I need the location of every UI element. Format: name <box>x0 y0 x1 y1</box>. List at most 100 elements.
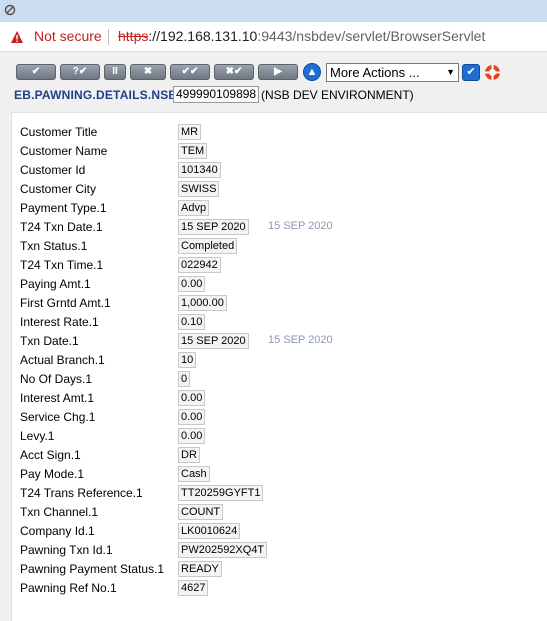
field-label: Pawning Ref No.1 <box>20 581 117 595</box>
field-label: T24 Txn Time.1 <box>20 258 104 272</box>
field-row: T24 Txn Time.1 022942 <box>12 256 547 275</box>
record-panel: Customer Title MR Customer Name TEM Customer… <box>11 112 547 621</box>
field-value: 0.10 <box>178 314 206 330</box>
field-value: Completed <box>178 238 238 254</box>
field-value: TT20259GYFT1 <box>178 485 264 501</box>
field-value: SWISS <box>178 181 220 197</box>
field-value: TEM <box>178 143 208 159</box>
field-value: 0.00 <box>178 428 206 444</box>
field-row: T24 Txn Date.1 15 SEP 2020 15 SEP 2020 <box>12 218 547 237</box>
field-value: 022942 <box>178 257 221 273</box>
field-row: Customer Name TEM <box>12 142 547 161</box>
field-row: Pay Mode.1 Cash <box>12 465 547 484</box>
field-row: Customer Title MR <box>12 123 547 142</box>
field-label: Interest Rate.1 <box>20 315 99 329</box>
field-value: DR <box>178 447 200 463</box>
field-label: Actual Branch.1 <box>20 353 105 367</box>
authorise-button[interactable]: ✔✔ <box>170 64 210 80</box>
field-value: MR <box>178 124 202 140</box>
field-value: PW202592XQ4T <box>178 542 268 558</box>
field-value: 4627 <box>178 580 209 596</box>
field-row: No Of Days.1 0 <box>12 370 547 389</box>
delete-button[interactable]: ✖ <box>130 64 166 80</box>
field-label: T24 Trans Reference.1 <box>20 486 143 500</box>
field-label: Pawning Payment Status.1 <box>20 562 165 576</box>
field-value: 0 <box>178 371 191 387</box>
field-label: First Grntd Amt.1 <box>20 296 111 310</box>
field-label: Txn Status.1 <box>20 239 88 253</box>
environment-label: (NSB DEV ENVIRONMENT) <box>261 88 414 102</box>
field-label: Txn Date.1 <box>20 334 79 348</box>
field-row: Payment Type.1 Advp <box>12 199 547 218</box>
field-label: Customer Name <box>20 144 108 158</box>
field-label: Levy.1 <box>20 429 55 443</box>
field-label: Customer City <box>20 182 97 196</box>
hold-button[interactable]: II <box>104 64 126 80</box>
field-label: Payment Type.1 <box>20 201 107 215</box>
field-value: 1,000.00 <box>178 295 227 311</box>
field-row: First Grntd Amt.1 1,000.00 <box>12 294 547 313</box>
field-row: Actual Branch.1 10 <box>12 351 547 370</box>
field-label: Txn Channel.1 <box>20 505 99 519</box>
field-row: Service Chg.1 0.00 <box>12 408 547 427</box>
field-value: COUNT <box>178 504 224 520</box>
lifebuoy-icon[interactable] <box>483 63 502 82</box>
check-icon[interactable]: ✔ <box>462 64 480 81</box>
chevron-down-icon: ▼ <box>446 67 455 77</box>
field-row: Customer City SWISS <box>12 180 547 199</box>
field-row: T24 Trans Reference.1 TT20259GYFT1 <box>12 484 547 503</box>
field-label: Pay Mode.1 <box>20 467 85 481</box>
application-name: EB.PAWNING.DETAILS.NSB <box>14 88 178 102</box>
field-label: Company Id.1 <box>20 524 95 538</box>
field-row: Customer Id 101340 <box>12 161 547 180</box>
url-text[interactable]: https://192.168.131.10:9443/nsbdev/servl… <box>118 28 485 44</box>
field-value: 101340 <box>178 162 221 178</box>
more-actions-select[interactable]: More Actions ... ▼ <box>326 63 459 82</box>
field-row: Txn Status.1 Completed <box>12 237 547 256</box>
field-row: Pawning Txn Id.1 PW202592XQ4T <box>12 541 547 560</box>
field-label: No Of Days.1 <box>20 372 93 386</box>
field-value: 10 <box>178 352 197 368</box>
app-icon <box>4 4 16 16</box>
field-row: Txn Date.1 15 SEP 2020 15 SEP 2020 <box>12 332 547 351</box>
field-label: Pawning Txn Id.1 <box>20 543 113 557</box>
field-row: Txn Channel.1 COUNT <box>12 503 547 522</box>
field-display-value: 15 SEP 2020 <box>268 220 333 232</box>
address-bar[interactable]: Not secure https://192.168.131.10:9443/n… <box>0 22 547 52</box>
browser-titlebar <box>0 0 547 22</box>
record-id: 499990109898 <box>173 86 260 103</box>
more-actions-value: More Actions ... <box>330 65 420 80</box>
url-host: ://192.168.131.10 <box>148 28 258 44</box>
field-value: 0.00 <box>178 276 206 292</box>
field-row: Interest Amt.1 0.00 <box>12 389 547 408</box>
field-row: Company Id.1 LK0010624 <box>12 522 547 541</box>
field-value: 15 SEP 2020 <box>178 219 249 235</box>
field-row: Levy.1 0.00 <box>12 427 547 446</box>
field-label: Interest Amt.1 <box>20 391 95 405</box>
field-value: 0.00 <box>178 390 206 406</box>
field-label: T24 Txn Date.1 <box>20 220 103 234</box>
field-label: Customer Id <box>20 163 86 177</box>
field-display-value: 15 SEP 2020 <box>268 334 333 346</box>
field-value: Advp <box>178 200 210 216</box>
security-status[interactable]: Not secure <box>34 28 102 44</box>
reverse-button[interactable]: ✖✔ <box>214 64 254 80</box>
warning-icon[interactable] <box>10 30 24 44</box>
field-label: Service Chg.1 <box>20 410 96 424</box>
commit-button[interactable]: ✔ <box>16 64 56 80</box>
field-label: Paying Amt.1 <box>20 277 91 291</box>
validate-button[interactable]: ?✔ <box>60 64 100 80</box>
url-scheme: https <box>118 28 149 44</box>
t24-browser-frame: ✔ ?✔ II ✖ ✔✔ ✖✔ ▶ ▲ More Actions ... ▼ ✔ EB.PAW… <box>0 52 547 621</box>
field-value: Cash <box>178 466 210 482</box>
url-path: :9443/nsbdev/servlet/BrowserServlet <box>257 28 486 44</box>
up-arrow-icon[interactable]: ▲ <box>303 63 321 81</box>
field-row: Acct Sign.1 DR <box>12 446 547 465</box>
field-value: LK0010624 <box>178 523 241 539</box>
field-row: Interest Rate.1 0.10 <box>12 313 547 332</box>
next-button[interactable]: ▶ <box>258 64 298 80</box>
field-row: Paying Amt.1 0.00 <box>12 275 547 294</box>
field-value: 15 SEP 2020 <box>178 333 249 349</box>
field-row: Pawning Ref No.1 4627 <box>12 579 547 598</box>
field-label: Acct Sign.1 <box>20 448 81 462</box>
